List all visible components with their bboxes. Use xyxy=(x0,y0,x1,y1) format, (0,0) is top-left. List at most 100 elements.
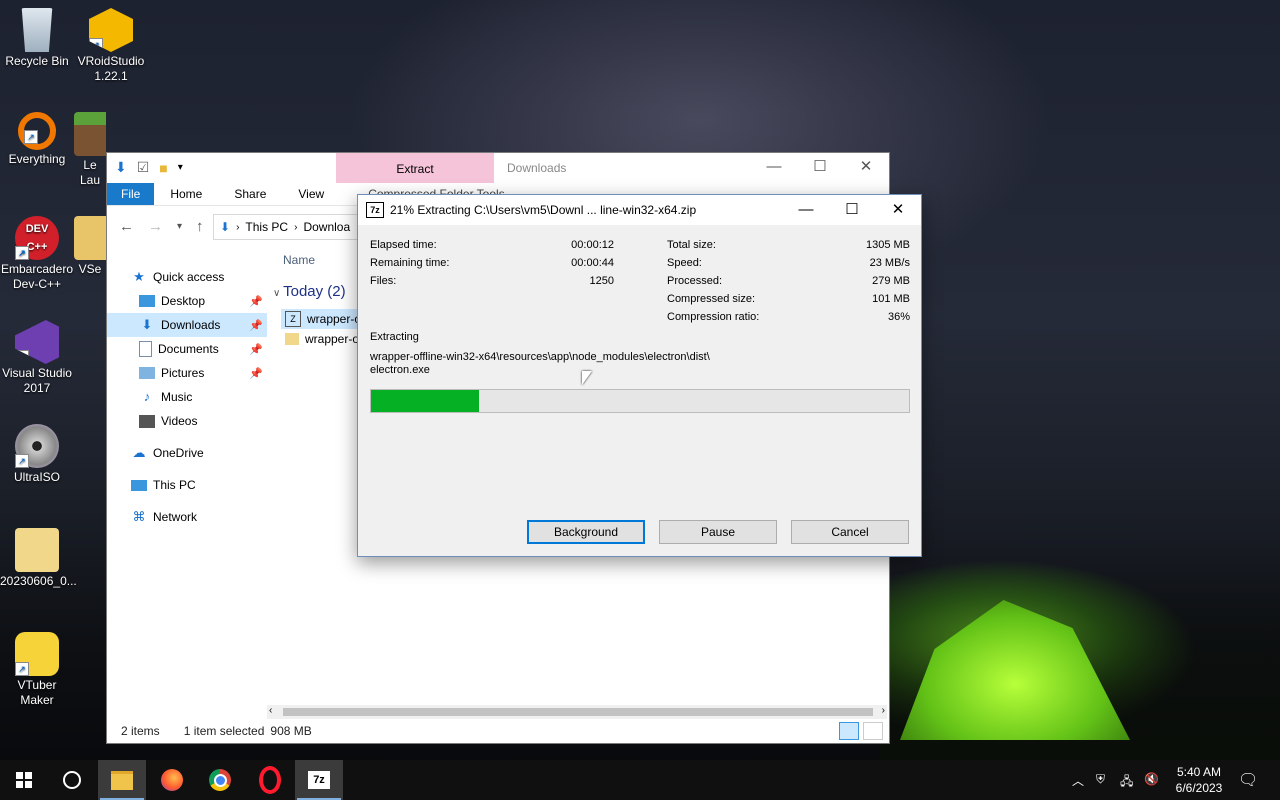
taskbar-chrome[interactable] xyxy=(196,760,244,800)
file-row[interactable]: wrapper-o xyxy=(281,329,363,349)
nav-music[interactable]: ♪ Music xyxy=(107,385,267,409)
back-arrow-icon[interactable]: ← xyxy=(119,218,134,235)
search-button[interactable] xyxy=(48,760,96,800)
chevron-right-icon: › xyxy=(236,221,240,233)
folder-icon xyxy=(285,333,299,345)
tab-view[interactable]: View xyxy=(282,183,340,205)
clock-time: 5:40 AM xyxy=(1176,765,1222,779)
desktop-icon-visual-studio[interactable]: ↗ Visual Studio 2017 xyxy=(0,320,74,396)
search-icon xyxy=(63,771,81,789)
taskbar-firefox[interactable] xyxy=(148,760,196,800)
progress-bar xyxy=(370,389,910,413)
properties-icon[interactable]: ☑ xyxy=(137,159,150,176)
desktop-icon-launcher[interactable]: Le Lau xyxy=(74,112,106,188)
group-header-today[interactable]: ∨ Today (2) xyxy=(273,283,346,300)
download-arrow-icon[interactable]: ⬇ xyxy=(115,159,127,176)
up-arrow-icon[interactable]: ↑ xyxy=(196,218,204,235)
desktop-icon-vtuber-maker[interactable]: ↗ VTuber Maker xyxy=(0,632,74,708)
cancel-button[interactable]: Cancel xyxy=(791,520,909,544)
tab-home[interactable]: Home xyxy=(154,183,218,205)
forward-arrow-icon[interactable]: → xyxy=(148,218,163,235)
scroll-right-icon[interactable]: › xyxy=(882,705,885,716)
desktop-icon-vse[interactable]: VSe xyxy=(74,216,106,277)
background-button[interactable]: Background xyxy=(527,520,645,544)
volume-muted-icon[interactable]: 🔇 xyxy=(1144,772,1159,786)
new-folder-icon[interactable]: ■ xyxy=(159,160,167,176)
desktop-icon-vroidstudio[interactable]: ↗ VRoidStudio 1.22.1 xyxy=(74,8,148,84)
nav-this-pc[interactable]: This PC xyxy=(107,473,267,497)
current-file-path: wrapper-offline-win32-x64\resources\app\… xyxy=(370,351,730,377)
nav-onedrive[interactable]: ☁ OneDrive xyxy=(107,441,267,465)
nav-videos[interactable]: Videos xyxy=(107,409,267,433)
close-button[interactable]: ✕ xyxy=(843,153,889,183)
chevron-down-icon[interactable]: ▾ xyxy=(178,162,183,173)
security-shield-icon[interactable]: ⛨ xyxy=(1096,772,1105,787)
desktop-icon-label: Recycle Bin xyxy=(5,54,69,68)
details-view-icon[interactable] xyxy=(839,722,859,740)
dialog-titlebar[interactable]: 7z 21% Extracting C:\Users\vm5\Downl ...… xyxy=(358,195,921,225)
nav-documents[interactable]: Documents 📌 xyxy=(107,337,267,361)
desktop-icon-devcpp[interactable]: DEV C++ ↗ Embarcadero Dev-C++ xyxy=(0,216,74,292)
ribbon-context-tab-extract[interactable]: Extract xyxy=(336,153,494,183)
pin-icon: 📌 xyxy=(249,343,263,356)
stat-label-files: Files: xyxy=(370,275,397,287)
show-hidden-icons-chevron-icon[interactable]: ︿ xyxy=(1072,772,1084,789)
film-icon xyxy=(139,414,155,428)
desktop-icon-label: UltraISO xyxy=(13,470,60,484)
stat-label-compression-ratio: Compression ratio: xyxy=(667,311,760,323)
large-icons-view-icon[interactable] xyxy=(863,722,883,740)
desktop-icon-everything[interactable]: ↗ Everything xyxy=(0,112,74,167)
desktop-icon-recycle-bin[interactable]: Recycle Bin xyxy=(0,8,74,69)
stat-label-compressed-size: Compressed size: xyxy=(667,293,756,305)
taskbar-7zip[interactable]: 7z xyxy=(295,760,343,800)
explorer-titlebar[interactable]: ⬇ ☑ ■ ▾ Extract Downloads — ☐ ✕ xyxy=(107,153,889,183)
maximize-button[interactable]: ☐ xyxy=(829,195,875,225)
nav-quick-access[interactable]: ★ Quick access xyxy=(107,265,267,289)
tab-share[interactable]: Share xyxy=(218,183,282,205)
stat-value-elapsed: 00:00:12 xyxy=(571,239,614,251)
column-header-name[interactable]: Name xyxy=(283,253,315,267)
cloud-icon: ☁ xyxy=(132,445,146,460)
desktop-icon-iso-folder[interactable]: 20230606_0... xyxy=(0,528,77,589)
stat-value-speed: 23 MB/s xyxy=(869,257,910,269)
recent-chevron-icon[interactable]: ▾ xyxy=(177,221,182,232)
taskbar-file-explorer[interactable] xyxy=(98,760,146,800)
disc-icon: ↗ xyxy=(15,424,59,468)
nav-downloads[interactable]: ⬇ Downloads 📌 xyxy=(107,313,267,337)
nav-desktop[interactable]: Desktop 📌 xyxy=(107,289,267,313)
taskbar-opera[interactable] xyxy=(246,760,294,800)
minimize-button[interactable]: — xyxy=(783,195,829,225)
file-row[interactable]: Zwrapper-o xyxy=(281,309,366,329)
start-button[interactable] xyxy=(0,760,48,800)
horizontal-scrollbar[interactable]: ‹ › xyxy=(267,705,887,719)
pin-icon: 📌 xyxy=(249,295,263,308)
breadcrumb-this-pc[interactable]: This PC xyxy=(245,220,288,234)
recycle-bin-icon xyxy=(21,8,53,52)
nav-pictures[interactable]: Pictures 📌 xyxy=(107,361,267,385)
opera-icon xyxy=(259,766,281,794)
scrollbar-thumb[interactable] xyxy=(283,708,873,716)
desktop-icon-ultraiso[interactable]: ↗ UltraISO xyxy=(0,424,74,485)
minimize-button[interactable]: — xyxy=(751,153,797,183)
7zip-app-icon: 7z xyxy=(366,202,384,218)
7zip-icon: 7z xyxy=(308,771,330,789)
devcpp-icon: DEV C++ ↗ xyxy=(15,216,59,260)
extract-progress-dialog[interactable]: 7z 21% Extracting C:\Users\vm5\Downl ...… xyxy=(357,194,922,557)
status-selected: 1 item selected xyxy=(183,724,265,738)
chevron-right-icon: › xyxy=(294,221,298,233)
close-button[interactable]: ✕ xyxy=(875,195,921,225)
desktop-icon-label: VTuber Maker xyxy=(17,678,57,707)
nav-network[interactable]: ⌘ Network xyxy=(107,505,267,529)
maximize-button[interactable]: ☐ xyxy=(797,153,843,183)
desktop-icon-label: VSe xyxy=(78,262,102,276)
computer-icon xyxy=(131,479,147,491)
network-icon: ⌘ xyxy=(132,509,146,524)
breadcrumb-downloads[interactable]: Downloa xyxy=(303,220,350,234)
quick-access-toolbar: ⬇ ☑ ■ ▾ xyxy=(115,159,183,176)
tab-file[interactable]: File xyxy=(107,183,155,205)
network-status-icon[interactable]: 🖧 xyxy=(1120,772,1133,793)
pause-button[interactable]: Pause xyxy=(659,520,777,544)
notifications-icon[interactable]: 🗨 xyxy=(1238,770,1258,790)
scroll-left-icon[interactable]: ‹ xyxy=(269,705,272,716)
clock[interactable]: 5:40 AM 6/6/2023 xyxy=(1168,764,1230,796)
